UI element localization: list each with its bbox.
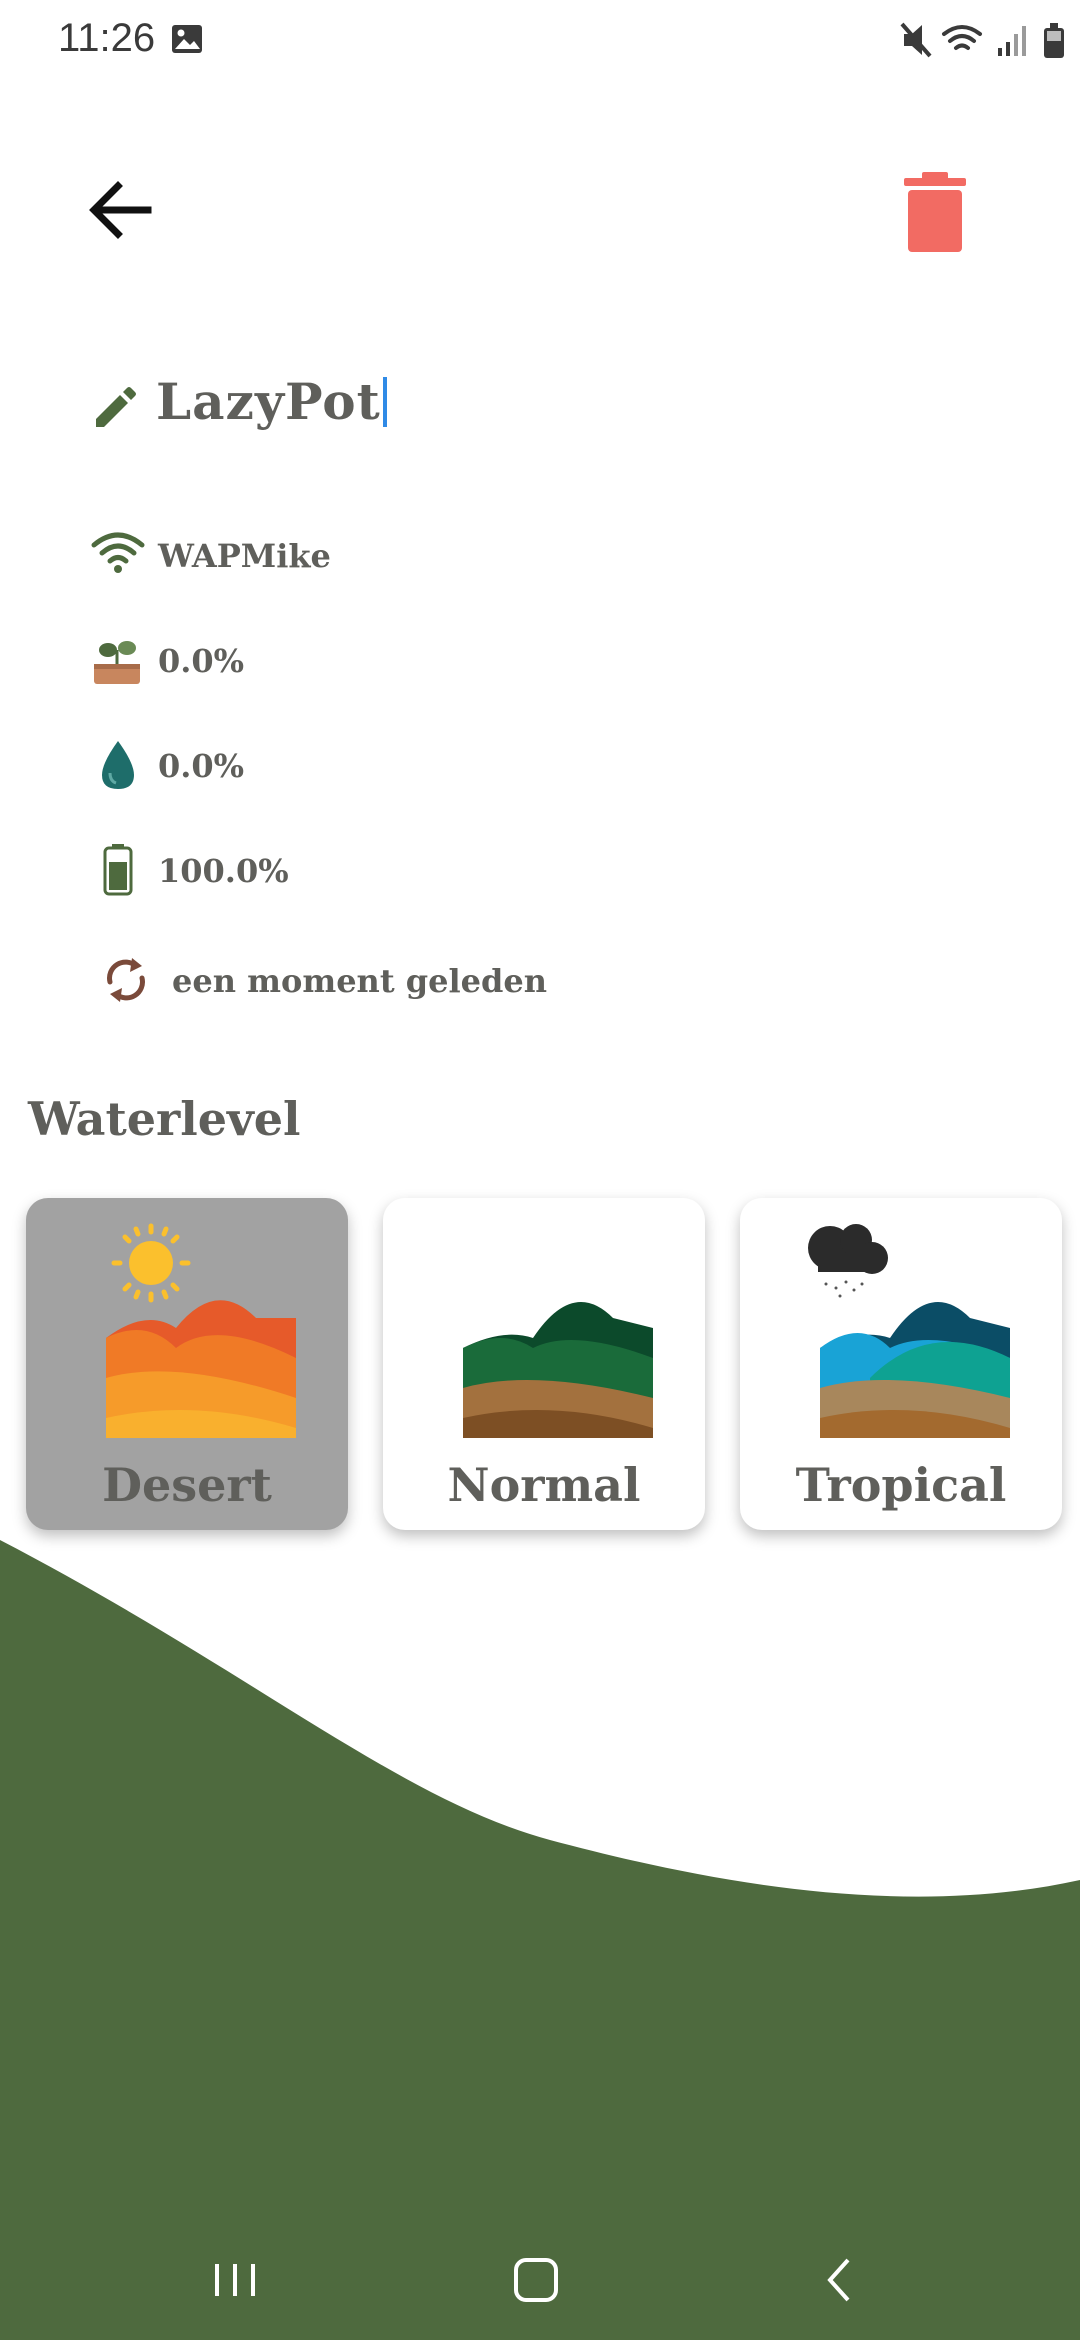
waterlevel-option-normal[interactable]: Normal [383, 1198, 705, 1530]
navigation-bar [0, 2220, 1080, 2340]
wifi-icon [91, 532, 145, 573]
plant-sprout-icon [94, 641, 140, 684]
recent-apps-button[interactable] [195, 2250, 275, 2310]
card-label-desert: Desert [102, 1458, 272, 1512]
trash-icon [904, 172, 966, 252]
arrow-left-icon [89, 181, 152, 239]
last-update-text: een moment geleden [172, 962, 547, 1000]
battery-icon [1044, 23, 1064, 58]
status-icons [900, 18, 1080, 62]
soil-row: 0.0% [90, 632, 790, 702]
wifi-icon [942, 25, 982, 50]
desert-landscape-icon [106, 1223, 296, 1438]
water-drop-icon [102, 741, 134, 789]
waterlevel-title: Waterlevel [28, 1092, 301, 1146]
battery-row: 100.0% [90, 842, 790, 912]
status-time: 11:26 [58, 16, 156, 60]
normal-landscape-icon [463, 1302, 653, 1438]
refresh-icon[interactable] [98, 952, 154, 1008]
home-button[interactable] [496, 2250, 576, 2310]
system-back-button[interactable] [800, 2250, 880, 2310]
card-label-normal: Normal [447, 1458, 641, 1512]
delete-button[interactable] [900, 170, 990, 270]
gallery-icon [170, 22, 204, 60]
battery-icon [103, 844, 133, 896]
soil-moisture-value: 0.0% [158, 642, 245, 680]
tropical-landscape-icon [808, 1224, 1010, 1438]
back-button[interactable] [80, 170, 180, 270]
text-caret [382, 377, 387, 427]
mute-icon [900, 22, 932, 58]
chevron-left-icon [827, 2258, 850, 2302]
device-name: LazyPot [156, 372, 381, 431]
water-row: 0.0% [90, 737, 790, 807]
last-update-row: een moment geleden [90, 952, 790, 1022]
home-icon [514, 2258, 558, 2302]
battery-value: 100.0% [158, 852, 289, 890]
card-label-tropical: Tropical [795, 1458, 1007, 1512]
status-bar: 11:26 [0, 0, 1080, 80]
device-name-field[interactable]: LazyPot [156, 372, 387, 431]
signal-icon [998, 26, 1026, 56]
waterlevel-option-desert[interactable]: Desert [26, 1198, 348, 1530]
wifi-name: WAPMike [158, 537, 331, 575]
recent-apps-icon [215, 2264, 255, 2296]
wifi-row: WAPMike [90, 527, 790, 597]
waterlevel-option-tropical[interactable]: Tropical [740, 1198, 1062, 1530]
water-level-value: 0.0% [158, 747, 245, 785]
pencil-icon[interactable] [92, 385, 138, 435]
